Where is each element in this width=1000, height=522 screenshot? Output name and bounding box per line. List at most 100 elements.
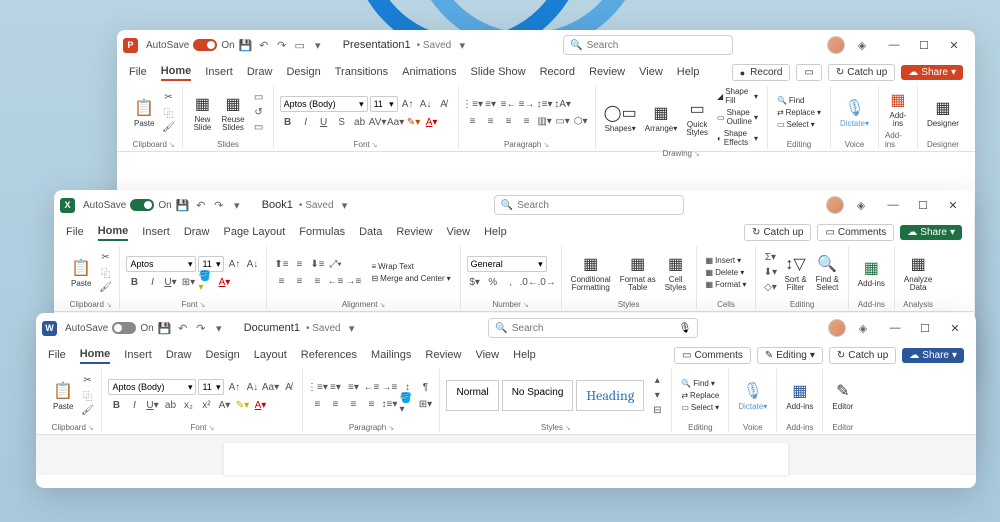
shading-icon[interactable]: 🪣▾ (399, 397, 415, 411)
line-spacing-icon[interactable]: ↕≡▾ (537, 97, 553, 111)
tab-insert[interactable]: Insert (205, 66, 233, 80)
change-case-icon[interactable]: Aa▾ (388, 115, 404, 129)
search-box[interactable]: 🔍 (494, 195, 684, 215)
doc-title[interactable]: Document1 (244, 322, 300, 334)
indent-dec-icon[interactable]: ≡← (501, 97, 517, 111)
copy-icon[interactable]: ⿻ (160, 106, 176, 120)
tab-home[interactable]: Home (98, 225, 129, 241)
avatar[interactable] (828, 319, 846, 337)
font-color-icon[interactable]: A▾ (216, 275, 232, 289)
tab-animations[interactable]: Animations (402, 66, 456, 80)
clear-icon[interactable]: ◇▾ (762, 281, 778, 295)
align-center-icon[interactable]: ≡ (327, 397, 343, 411)
bold-button[interactable]: B (108, 398, 124, 412)
align-bottom-icon[interactable]: ⬇≡ (309, 257, 325, 271)
chevron-down-icon[interactable]: ▾ (338, 198, 352, 212)
underline-button[interactable]: U▾ (162, 275, 178, 289)
tab-review[interactable]: Review (425, 349, 461, 363)
tab-slideshow[interactable]: Slide Show (471, 66, 526, 80)
minimize-button[interactable]: — (880, 317, 910, 339)
arrange-button[interactable]: ▦Arrange▾ (642, 100, 680, 135)
increase-font-icon[interactable]: A↑ (226, 257, 242, 271)
bold-button[interactable]: B (280, 115, 296, 129)
autosave[interactable]: AutoSaveOn (83, 199, 172, 211)
dialog-launcher-icon[interactable]: ↘ (523, 301, 529, 309)
fill-color-icon[interactable]: 🪣▾ (198, 275, 214, 289)
tab-help[interactable]: Help (677, 66, 700, 80)
comma-icon[interactable]: , (503, 275, 519, 289)
avatar[interactable] (826, 196, 844, 214)
dec-decimal-icon[interactable]: .0→ (539, 275, 555, 289)
increase-font-icon[interactable]: A↑ (400, 97, 416, 111)
indent-dec-icon[interactable]: ←≡ (363, 380, 379, 394)
addins-button[interactable]: ▦Add-ins (885, 87, 911, 130)
tab-home[interactable]: Home (161, 65, 192, 81)
indent-inc-icon[interactable]: →≡ (381, 380, 397, 394)
dialog-launcher-icon[interactable]: ↘ (209, 424, 215, 432)
dialog-launcher-icon[interactable]: ↘ (565, 424, 571, 432)
dialog-launcher-icon[interactable]: ↘ (169, 141, 175, 149)
tab-home[interactable]: Home (80, 348, 111, 364)
underline-button[interactable]: U (316, 115, 332, 129)
cut-icon[interactable]: ✂ (97, 251, 113, 265)
share-button[interactable]: ☁Share▾ (901, 65, 963, 80)
font-select[interactable]: ▾ (108, 379, 196, 395)
currency-icon[interactable]: $▾ (467, 275, 483, 289)
dialog-launcher-icon[interactable]: ↘ (372, 141, 378, 149)
conditional-formatting[interactable]: ▦Conditional Formatting (568, 251, 614, 294)
quick-styles-button[interactable]: ▭Quick Styles (683, 96, 711, 139)
percent-icon[interactable]: % (485, 275, 501, 289)
addins-button[interactable]: ▦Add-ins (783, 378, 816, 413)
underline-button[interactable]: U▾ (144, 398, 160, 412)
style-heading[interactable]: Heading (576, 380, 644, 411)
find-button[interactable]: 🔍 Find (774, 95, 824, 106)
search-input[interactable] (517, 200, 677, 211)
paragraph-mark-icon[interactable]: ¶ (417, 380, 433, 394)
redo-icon[interactable]: ↷ (194, 321, 208, 335)
doc-title[interactable]: Presentation1 (343, 39, 411, 51)
select-button[interactable]: ▭ Select ▾ (774, 119, 824, 130)
shape-effects[interactable]: ◐ Shape Effects ▾ (714, 128, 761, 148)
cut-icon[interactable]: ✂ (160, 91, 176, 105)
qat-dropdown-icon[interactable]: ▾ (311, 38, 325, 52)
bullets-icon[interactable]: ⋮≡▾ (309, 380, 325, 394)
reuse-slides-button[interactable]: ▦Reuse Slides (218, 91, 247, 134)
dialog-launcher-icon[interactable]: ↘ (694, 150, 700, 158)
tab-record[interactable]: Record (540, 66, 575, 80)
shape-outline[interactable]: ▭ Shape Outline ▾ (714, 107, 761, 127)
dictate-button[interactable]: 🎙Dictate▾ (735, 378, 770, 413)
align-middle-icon[interactable]: ≡ (291, 257, 307, 271)
styles-more-icon[interactable]: ⊟ (649, 404, 665, 418)
cut-icon[interactable]: ✂ (79, 374, 95, 388)
style-normal[interactable]: Normal (446, 380, 498, 411)
dialog-launcher-icon[interactable]: ↘ (106, 301, 112, 309)
share-button[interactable]: ☁Share▾ (902, 348, 964, 363)
replace-button[interactable]: ⇄ Replace ▾ (774, 107, 824, 118)
multilevel-icon[interactable]: ≡▾ (345, 380, 361, 394)
tab-layout[interactable]: Layout (254, 349, 287, 363)
highlight-icon[interactable]: ✎▾ (234, 398, 250, 412)
clear-format-icon[interactable]: A̸ (436, 97, 452, 111)
style-nospacing[interactable]: No Spacing (502, 380, 574, 411)
align-left-icon[interactable]: ≡ (309, 397, 325, 411)
tab-transitions[interactable]: Transitions (335, 66, 388, 80)
dialog-launcher-icon[interactable]: ↘ (388, 424, 394, 432)
autosum-icon[interactable]: Σ▾ (762, 251, 778, 265)
chevron-down-icon[interactable]: ▾ (345, 321, 359, 335)
save-icon[interactable]: 💾 (158, 321, 172, 335)
minimize-button[interactable]: — (878, 194, 908, 216)
italic-button[interactable]: I (126, 398, 142, 412)
indent-inc-icon[interactable]: ≡→ (519, 97, 535, 111)
autosave[interactable]: AutoSaveOn (146, 39, 235, 51)
tab-formulas[interactable]: Formulas (299, 226, 345, 240)
tab-design[interactable]: Design (286, 66, 320, 80)
tab-help[interactable]: Help (513, 349, 536, 363)
avatar[interactable] (827, 36, 845, 54)
undo-icon[interactable]: ↶ (257, 38, 271, 52)
tab-view[interactable]: View (475, 349, 499, 363)
delete-cell[interactable]: ▦ Delete ▾ (703, 267, 750, 278)
search-box[interactable]: 🔍🎙 (488, 318, 698, 338)
search-box[interactable]: 🔍 (563, 35, 733, 55)
align-top-icon[interactable]: ⬆≡ (273, 257, 289, 271)
autosave[interactable]: AutoSaveOn (65, 322, 154, 334)
